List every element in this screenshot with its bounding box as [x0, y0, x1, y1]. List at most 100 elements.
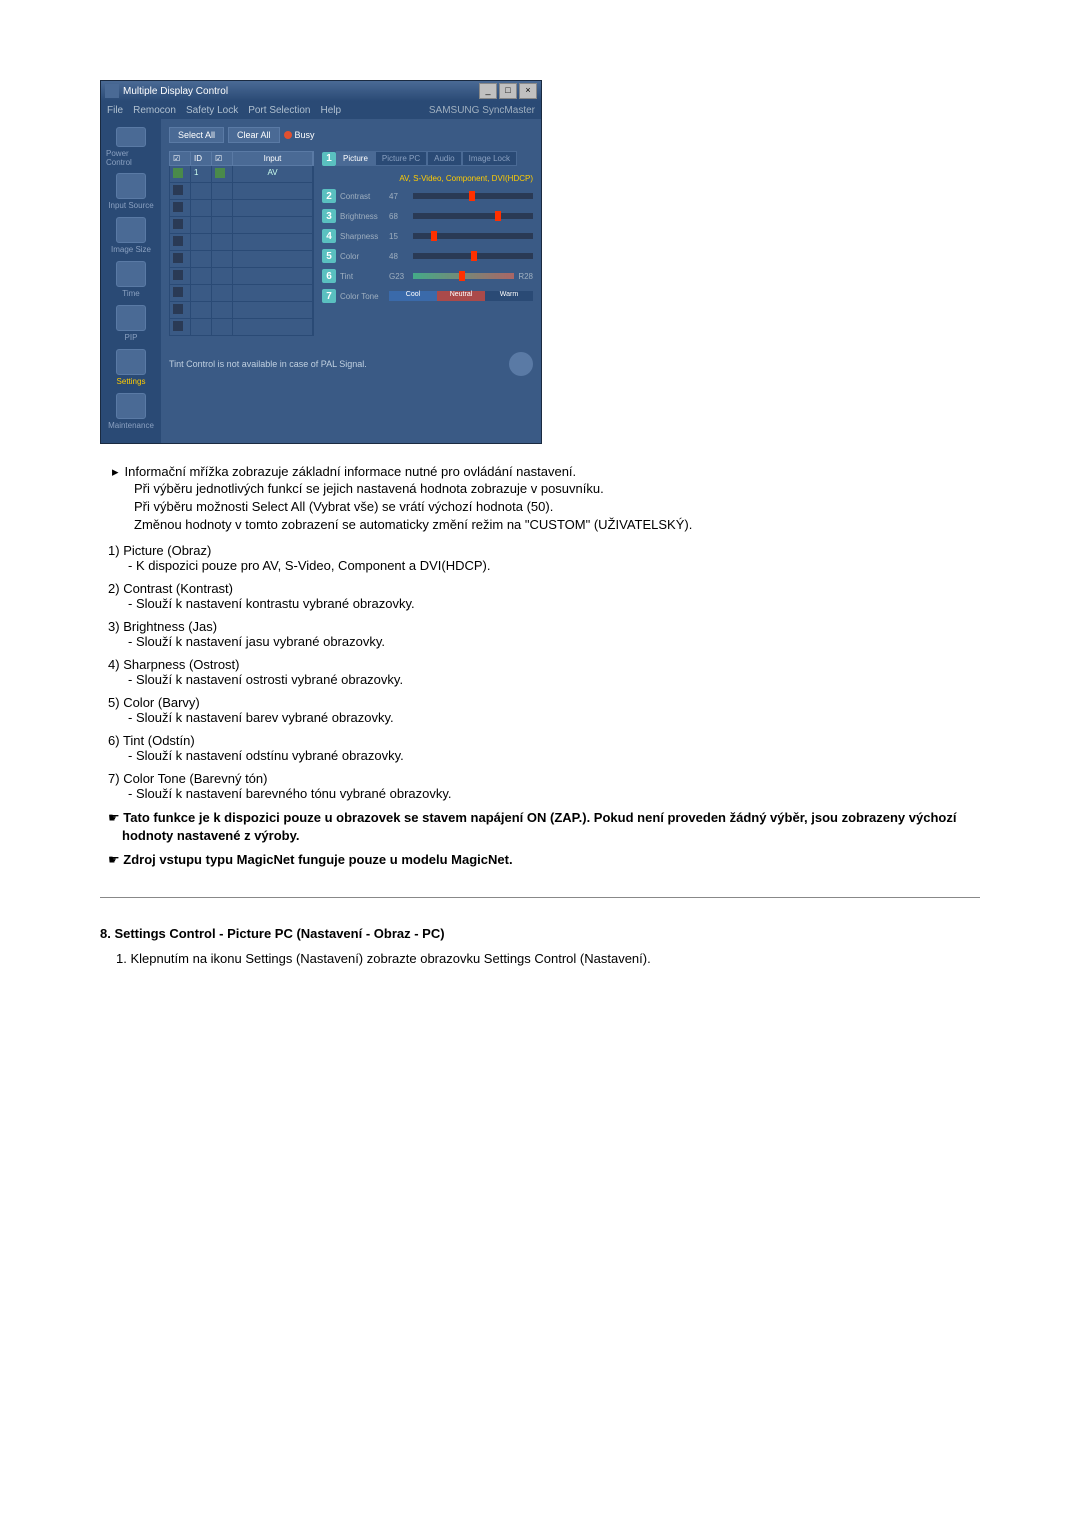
brightness-value: 68 [389, 212, 409, 221]
callout-7: 7 [322, 289, 336, 303]
colortone-neutral[interactable]: Neutral [437, 291, 485, 301]
colortone-cool[interactable]: Cool [389, 291, 437, 301]
input-icon [116, 173, 146, 199]
callout-3: 3 [322, 209, 336, 223]
note-1: Tato funkce je k dispozici pouze u obraz… [100, 809, 980, 845]
time-icon [116, 261, 146, 287]
grid-row[interactable] [169, 183, 314, 200]
callout-2: 2 [322, 189, 336, 203]
grid-row[interactable] [169, 234, 314, 251]
color-slider[interactable] [413, 253, 533, 259]
colortone-warm[interactable]: Warm [485, 291, 533, 301]
info-line: Informační mřížka zobrazuje základní inf… [112, 464, 980, 480]
info-grid: ☑ ID ☑ Input 1 AV [169, 151, 314, 336]
busy-dot-icon [284, 131, 292, 139]
menubar: File Remocon Safety Lock Port Selection … [101, 101, 541, 119]
image-size-icon [116, 217, 146, 243]
grid-header-status: ☑ [212, 152, 233, 165]
tint-slider[interactable] [413, 273, 514, 279]
callout-4: 4 [322, 229, 336, 243]
grid-header-id: ID [191, 152, 212, 165]
minimize-button[interactable]: _ [479, 83, 497, 99]
menu-help[interactable]: Help [320, 105, 341, 116]
sidebar: Power Control Input Source Image Size Ti… [101, 119, 161, 443]
grid-cell-status [212, 166, 233, 182]
titlebar: Multiple Display Control _ □ × [101, 81, 541, 101]
grid-row[interactable] [169, 285, 314, 302]
tint-label: Tint [340, 272, 385, 281]
app-screenshot: Multiple Display Control _ □ × File Remo… [100, 80, 980, 444]
grid-row[interactable] [169, 217, 314, 234]
maximize-button[interactable]: □ [499, 83, 517, 99]
menu-port-selection[interactable]: Port Selection [248, 105, 310, 116]
tint-value: G23 [389, 272, 409, 281]
brightness-slider[interactable] [413, 213, 533, 219]
colortone-label: Color Tone [340, 292, 385, 301]
step-1: 1. Klepnutím na ikonu Settings (Nastaven… [100, 951, 980, 966]
busy-label: Busy [295, 130, 315, 140]
mode-info: AV, S-Video, Component, DVI(HDCP) [322, 174, 533, 183]
section-title: 8. Settings Control - Picture PC (Nastav… [100, 926, 980, 941]
sharpness-slider[interactable] [413, 233, 533, 239]
list-item-4: 4) Sharpness (Ostrost) - Slouží k nastav… [100, 657, 980, 687]
info-line: Při výběru možnosti Select All (Vybrat v… [134, 498, 980, 516]
list-item-5: 5) Color (Barvy) - Slouží k nastavení ba… [100, 695, 980, 725]
grid-header-check[interactable]: ☑ [170, 152, 191, 165]
app-icon [105, 84, 119, 98]
grid-row[interactable] [169, 251, 314, 268]
colortone-selector[interactable]: Cool Neutral Warm [389, 291, 533, 301]
sidebar-item-settings[interactable]: Settings [106, 347, 156, 387]
grid-header-input: Input [233, 152, 313, 165]
tab-picture-pc[interactable]: Picture PC [375, 151, 427, 166]
sidebar-item-time[interactable]: Time [106, 259, 156, 299]
clear-all-button[interactable]: Clear All [228, 127, 280, 143]
contrast-value: 47 [389, 192, 409, 201]
sharpness-label: Sharpness [340, 232, 385, 241]
color-value: 48 [389, 252, 409, 261]
callout-5: 5 [322, 249, 336, 263]
grid-row[interactable] [169, 200, 314, 217]
tab-picture[interactable]: Picture [336, 151, 375, 166]
sidebar-item-imagesize[interactable]: Image Size [106, 215, 156, 255]
grid-row[interactable] [169, 319, 314, 336]
grid-cell-id: 1 [191, 166, 212, 182]
tab-audio[interactable]: Audio [427, 151, 461, 166]
sidebar-item-pip[interactable]: PIP [106, 303, 156, 343]
menu-remocon[interactable]: Remocon [133, 105, 176, 116]
menu-safety-lock[interactable]: Safety Lock [186, 105, 238, 116]
close-button[interactable]: × [519, 83, 537, 99]
tab-image-lock[interactable]: Image Lock [462, 151, 517, 166]
list-item-2: 2) Contrast (Kontrast) - Slouží k nastav… [100, 581, 980, 611]
brand-label: SAMSUNG SyncMaster [429, 105, 535, 116]
sidebar-item-power[interactable]: Power Control [106, 127, 156, 167]
sidebar-item-input[interactable]: Input Source [106, 171, 156, 211]
divider [100, 897, 980, 898]
select-all-button[interactable]: Select All [169, 127, 224, 143]
maintenance-icon [116, 393, 146, 419]
sharpness-value: 15 [389, 232, 409, 241]
note-2: Zdroj vstupu typu MagicNet funguje pouze… [100, 851, 980, 869]
grid-cell-check[interactable] [170, 166, 191, 182]
list-item-7: 7) Color Tone (Barevný tón) - Slouží k n… [100, 771, 980, 801]
power-icon [116, 127, 146, 147]
app-title: Multiple Display Control [123, 86, 479, 97]
grid-row[interactable]: 1 AV [169, 166, 314, 183]
list-item-1: 1) Picture (Obraz) - K dispozici pouze p… [100, 543, 980, 573]
menu-file[interactable]: File [107, 105, 123, 116]
status-text: Tint Control is not available in case of… [169, 359, 367, 369]
sidebar-item-maintenance[interactable]: Maintenance [106, 391, 156, 431]
contrast-slider[interactable] [413, 193, 533, 199]
check-on-icon [173, 168, 183, 178]
list-item-3: 3) Brightness (Jas) - Slouží k nastavení… [100, 619, 980, 649]
grid-row[interactable] [169, 302, 314, 319]
status-icon [509, 352, 533, 376]
info-line: Při výběru jednotlivých funkcí se jejich… [134, 480, 980, 498]
color-label: Color [340, 252, 385, 261]
settings-icon [116, 349, 146, 375]
info-line: Změnou hodnoty v tomto zobrazení se auto… [134, 516, 980, 534]
grid-row[interactable] [169, 268, 314, 285]
status-on-icon [215, 168, 225, 178]
busy-indicator: Busy [284, 130, 315, 140]
contrast-label: Contrast [340, 192, 385, 201]
pip-icon [116, 305, 146, 331]
